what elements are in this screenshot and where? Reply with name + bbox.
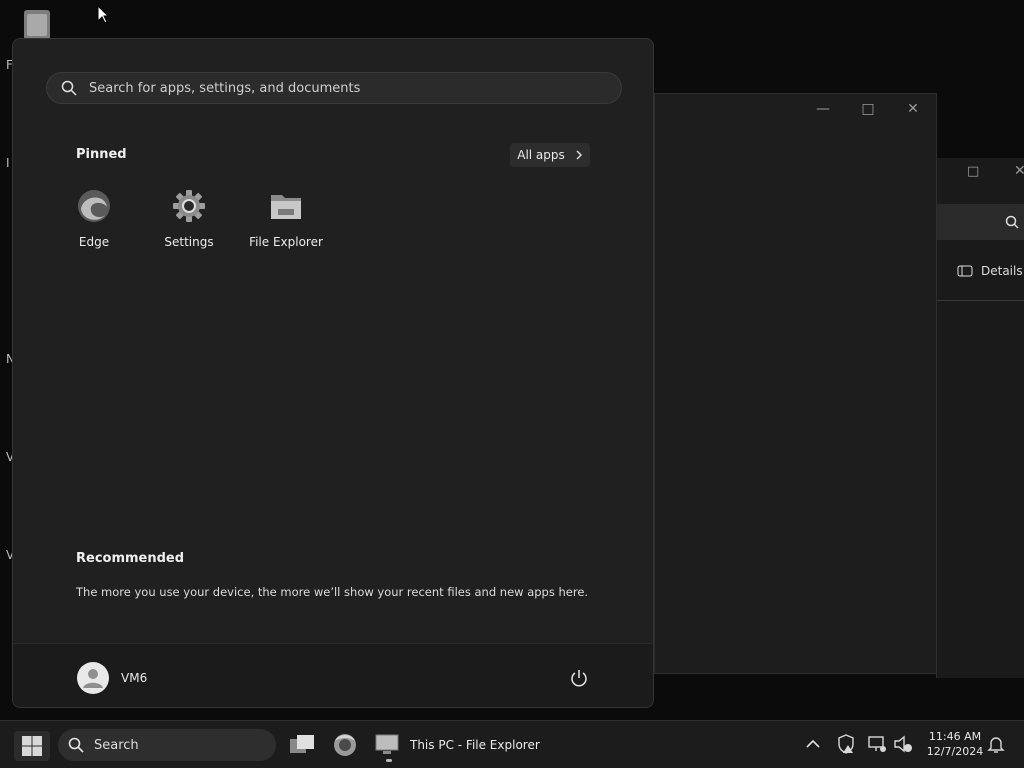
- taskbar-search[interactable]: Search: [58, 729, 276, 761]
- edge-icon: [78, 190, 110, 222]
- volume-muted-icon[interactable]: [892, 733, 914, 755]
- close-icon[interactable]: ✕: [1014, 163, 1024, 179]
- mouse-cursor-icon: [97, 5, 109, 24]
- background-window[interactable]: — □ ✕: [654, 93, 937, 674]
- user-avatar[interactable]: [77, 662, 109, 694]
- maximize-icon[interactable]: □: [967, 164, 979, 179]
- desktop-label-fragment: I: [6, 156, 10, 170]
- this-pc-icon: [375, 734, 399, 754]
- taskbar-app-label: This PC - File Explorer: [410, 738, 540, 752]
- maximize-icon[interactable]: □: [853, 100, 883, 118]
- task-view-icon[interactable]: [287, 731, 317, 759]
- close-icon[interactable]: ✕: [898, 100, 928, 118]
- all-apps-button[interactable]: All apps: [510, 143, 590, 167]
- user-name[interactable]: VM6: [121, 671, 147, 685]
- notification-bell-icon[interactable]: [985, 733, 1007, 755]
- chevron-up-icon[interactable]: [802, 733, 824, 755]
- start-search-input[interactable]: Search for apps, settings, and documents: [46, 72, 622, 104]
- taskbar-app-file-explorer[interactable]: This PC - File Explorer: [374, 729, 540, 762]
- security-warning-icon[interactable]: [835, 733, 857, 755]
- search-placeholder: Search for apps, settings, and documents: [89, 80, 361, 96]
- minimize-icon[interactable]: —: [808, 100, 838, 118]
- active-indicator: [386, 759, 392, 762]
- taskbar-search-label: Search: [94, 737, 139, 753]
- clock-time: 11:46 AM: [928, 730, 982, 743]
- system-clock[interactable]: 11:46 AM 12/7/2024: [920, 729, 990, 759]
- details-label: Details: [981, 264, 1023, 278]
- search-icon: [68, 737, 84, 753]
- search-icon: [1005, 215, 1019, 229]
- all-apps-label: All apps: [517, 148, 565, 162]
- pinned-app-edge[interactable]: Edge: [52, 189, 136, 249]
- details-button[interactable]: Details: [957, 264, 1023, 278]
- pinned-app-settings[interactable]: Settings: [147, 189, 231, 249]
- file-explorer-window[interactable]: □ ✕ Details: [936, 158, 1024, 678]
- pinned-app-label: File Explorer: [249, 235, 323, 249]
- user-icon: [83, 669, 103, 688]
- recommended-title: Recommended: [76, 551, 185, 566]
- search-icon: [61, 80, 77, 96]
- details-pane-icon: [957, 265, 973, 277]
- recommended-empty-text: The more you use your device, the more w…: [76, 585, 589, 599]
- start-footer: VM6: [13, 643, 653, 707]
- gear-icon: [173, 190, 205, 222]
- desktop: F I N V V — □ ✕ □ ✕ Details Search for a…: [0, 0, 1024, 720]
- chevron-right-icon: [576, 150, 582, 160]
- network-icon[interactable]: [866, 733, 888, 755]
- pinned-app-file-explorer[interactable]: File Explorer: [244, 189, 328, 249]
- windows-logo-icon: [22, 736, 42, 756]
- pinned-app-label: Settings: [164, 235, 214, 249]
- power-icon[interactable]: [569, 668, 589, 688]
- divider: [937, 300, 1024, 301]
- explorer-search-box[interactable]: [937, 204, 1024, 240]
- pinned-title: Pinned: [76, 147, 127, 162]
- firefox-icon[interactable]: [330, 731, 360, 759]
- pinned-app-label: Edge: [78, 235, 110, 249]
- folder-icon: [271, 195, 301, 219]
- clock-date: 12/7/2024: [926, 745, 984, 758]
- start-menu: Search for apps, settings, and documents…: [12, 38, 654, 708]
- taskbar: Search This PC - File Explorer 11:46 AM …: [0, 720, 1024, 768]
- start-button[interactable]: [14, 731, 50, 761]
